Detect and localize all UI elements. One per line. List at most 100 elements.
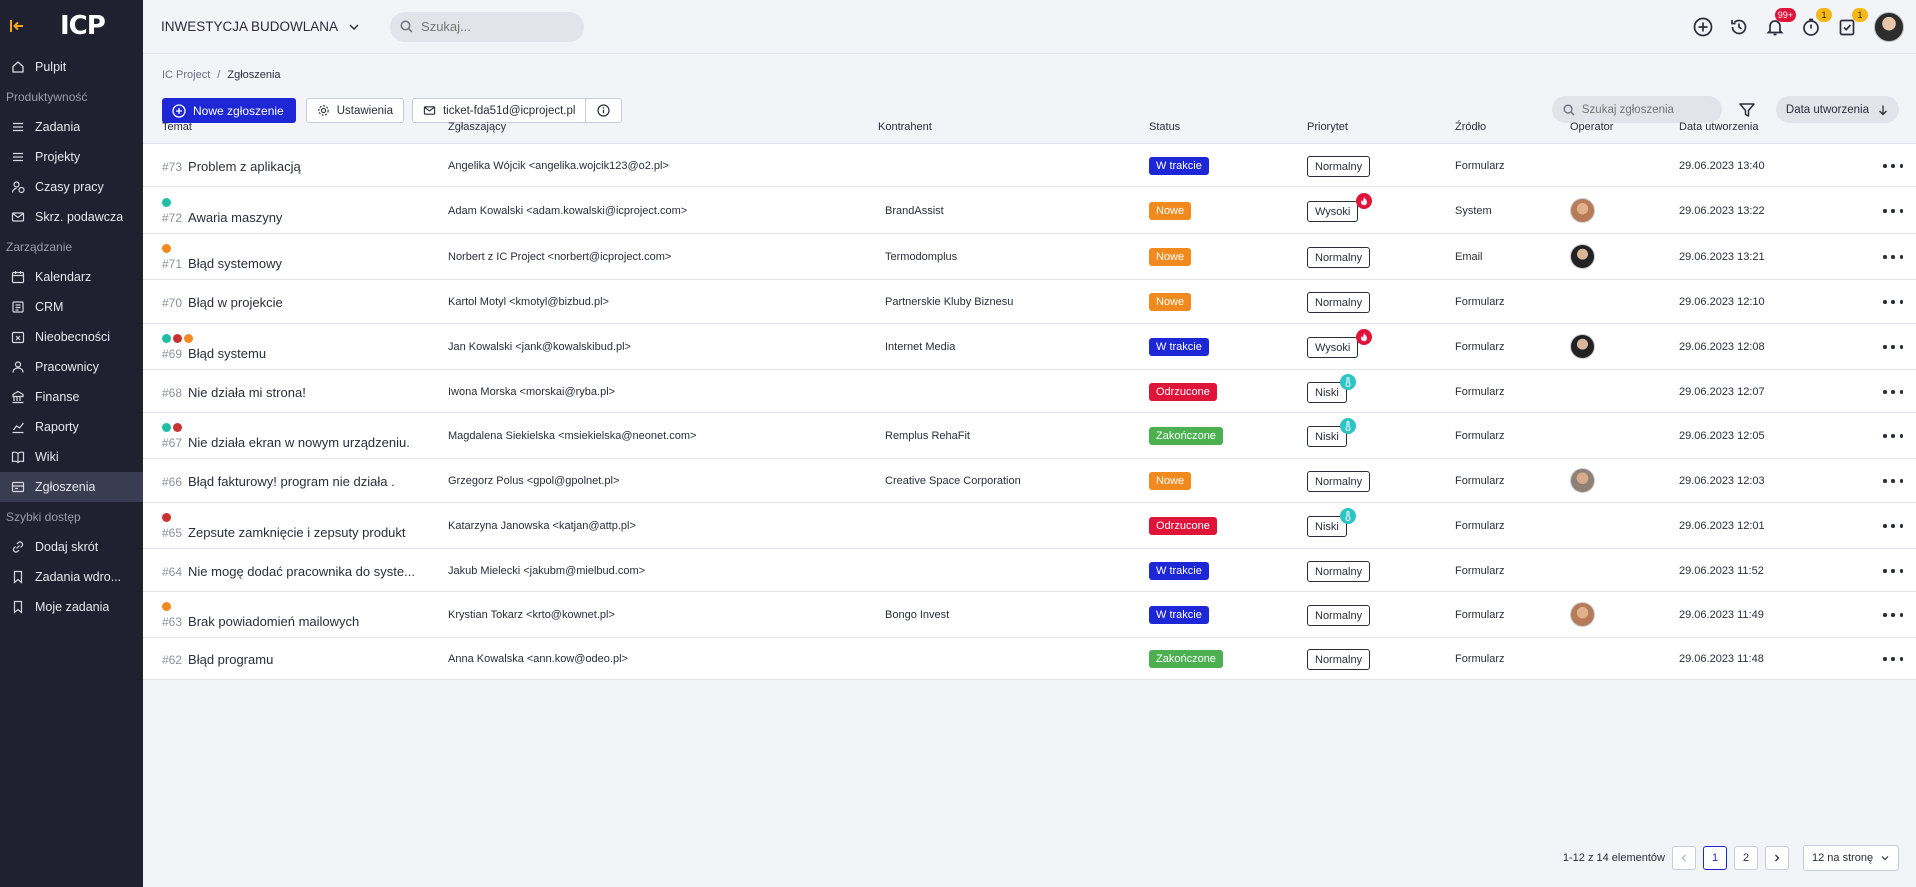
table-row[interactable]: #72 Awaria maszyny Adam Kowalski <adam.kow…	[143, 187, 1916, 234]
status-badge[interactable]: Nowe	[1149, 472, 1192, 490]
breadcrumb-root[interactable]: IC Project	[162, 69, 210, 81]
page-1-button[interactable]: 1	[1703, 846, 1727, 870]
priority-badge[interactable]: Normalny	[1307, 605, 1371, 626]
ticket-contractor[interactable]: Remplus RehaFit	[885, 430, 970, 442]
ticket-subject[interactable]: #66 Błąd fakturowy! program nie działa .	[162, 474, 395, 489]
sidebar-item-crm[interactable]: CRM	[0, 292, 143, 322]
next-page-button[interactable]	[1765, 846, 1789, 870]
prev-page-button[interactable]	[1672, 846, 1696, 870]
more-actions-icon[interactable]	[1883, 564, 1903, 578]
status-badge[interactable]: W trakcie	[1149, 606, 1209, 624]
table-row[interactable]: #70 Błąd w projekcie Kartol Motyl <kmotyl@…	[143, 280, 1916, 324]
more-actions-icon[interactable]	[1883, 340, 1903, 354]
priority-badge[interactable]: Normalny	[1307, 561, 1371, 582]
sidebar-item-skrz-podawcza[interactable]: Skrz. podawcza	[0, 202, 143, 232]
table-row[interactable]: #62 Błąd programu Anna Kowalska <ann.kow@o…	[143, 638, 1916, 680]
more-actions-icon[interactable]	[1883, 519, 1903, 533]
ticket-subject[interactable]: #63 Brak powiadomień mailowych	[162, 614, 359, 629]
sidebar-item-dodaj-skrót[interactable]: Dodaj skrót	[0, 532, 143, 562]
more-actions-icon[interactable]	[1883, 250, 1903, 264]
sidebar-item-czasy-pracy[interactable]: Czasy pracy	[0, 172, 143, 202]
operator-avatar[interactable]	[1570, 198, 1595, 223]
sidebar-item-kalendarz[interactable]: Kalendarz	[0, 262, 143, 292]
ticket-contractor[interactable]: Internet Media	[885, 341, 955, 353]
collapse-sidebar-icon[interactable]	[8, 17, 26, 35]
table-row[interactable]: #67 Nie działa ekran w nowym urządzeniu. M…	[143, 413, 1916, 459]
ticket-subject[interactable]: #69 Błąd systemu	[162, 346, 266, 361]
sidebar-item-pulpit[interactable]: Pulpit	[0, 52, 143, 82]
status-badge[interactable]: Nowe	[1149, 293, 1192, 311]
sidebar-item-wiki[interactable]: Wiki	[0, 442, 143, 472]
tasks-check-icon[interactable]: 1	[1836, 8, 1868, 38]
sidebar-item-nieobecności[interactable]: Nieobecności	[0, 322, 143, 352]
page-size-select[interactable]: 12 na stronę	[1803, 845, 1899, 871]
more-actions-icon[interactable]	[1883, 385, 1903, 399]
history-icon[interactable]	[1728, 16, 1750, 38]
table-row[interactable]: #71 Błąd systemowy Norbert z IC Project <n…	[143, 234, 1916, 280]
column-reporter[interactable]: Zgłaszający	[448, 121, 506, 133]
status-badge[interactable]: Nowe	[1149, 202, 1192, 220]
sidebar-item-pracownicy[interactable]: Pracownicy	[0, 352, 143, 382]
ticket-subject[interactable]: #73 Problem z aplikacją	[162, 159, 301, 174]
status-badge[interactable]: Zakończone	[1149, 427, 1223, 445]
bell-icon[interactable]: 99+	[1764, 8, 1796, 38]
ticket-contractor[interactable]: Creative Space Corporation	[885, 475, 1021, 487]
status-badge[interactable]: Odrzucone	[1149, 383, 1217, 401]
priority-badge[interactable]: Normalny	[1307, 471, 1371, 492]
priority-badge[interactable]: Wysoki	[1307, 337, 1359, 358]
sidebar-item-zadania[interactable]: Zadania	[0, 112, 143, 142]
status-badge[interactable]: Nowe	[1149, 248, 1192, 266]
priority-badge[interactable]: Normalny	[1307, 156, 1371, 177]
column-subject[interactable]: Temat	[162, 121, 192, 133]
more-actions-icon[interactable]	[1883, 474, 1903, 488]
operator-avatar[interactable]	[1570, 468, 1595, 493]
user-avatar[interactable]	[1874, 12, 1904, 42]
sidebar-item-finanse[interactable]: Finanse	[0, 382, 143, 412]
table-row[interactable]: #66 Błąd fakturowy! program nie działa . G…	[143, 459, 1916, 503]
more-actions-icon[interactable]	[1883, 295, 1903, 309]
column-priority[interactable]: Priorytet	[1307, 121, 1348, 133]
ticket-subject[interactable]: #67 Nie działa ekran w nowym urządzeniu.	[162, 435, 410, 450]
global-search[interactable]	[390, 11, 585, 42]
more-actions-icon[interactable]	[1883, 429, 1903, 443]
table-row[interactable]: #73 Problem z aplikacją Angelika Wójcik <a…	[143, 144, 1916, 187]
ticket-subject[interactable]: #71 Błąd systemowy	[162, 256, 282, 271]
app-logo[interactable]: ICP	[60, 11, 106, 41]
priority-badge[interactable]: Normalny	[1307, 649, 1371, 670]
ticket-subject[interactable]: #64 Nie mogę dodać pracownika do syste...	[162, 564, 415, 579]
ticket-contractor[interactable]: Termodomplus	[885, 251, 957, 263]
more-actions-icon[interactable]	[1883, 204, 1903, 218]
ticket-subject[interactable]: #62 Błąd programu	[162, 652, 273, 667]
status-badge[interactable]: W trakcie	[1149, 338, 1209, 356]
sidebar-item-raporty[interactable]: Raporty	[0, 412, 143, 442]
ticket-contractor[interactable]: BrandAssist	[885, 205, 944, 217]
project-selector[interactable]: INWESTYCJA BUDOWLANA	[161, 19, 360, 34]
global-search-input[interactable]	[421, 19, 572, 34]
page-2-button[interactable]: 2	[1734, 846, 1758, 870]
ticket-subject[interactable]: #68 Nie działa mi strona!	[162, 385, 306, 400]
more-actions-icon[interactable]	[1883, 159, 1903, 173]
more-actions-icon[interactable]	[1883, 652, 1903, 666]
ticket-subject[interactable]: #65 Zepsute zamknięcie i zepsuty produkt	[162, 525, 406, 540]
priority-badge[interactable]: Wysoki	[1307, 201, 1359, 222]
table-row[interactable]: #68 Nie działa mi strona! Iwona Morska <mo…	[143, 370, 1916, 413]
column-operator[interactable]: Operator	[1570, 121, 1613, 133]
alert-clock-icon[interactable]: 1	[1800, 8, 1832, 38]
operator-avatar[interactable]	[1570, 602, 1595, 627]
add-icon[interactable]	[1692, 16, 1714, 38]
ticket-contractor[interactable]: Partnerskie Kluby Biznesu	[885, 296, 1013, 308]
table-row[interactable]: #64 Nie mogę dodać pracownika do syste...…	[143, 549, 1916, 592]
status-badge[interactable]: W trakcie	[1149, 562, 1209, 580]
column-status[interactable]: Status	[1149, 121, 1180, 133]
operator-avatar[interactable]	[1570, 334, 1595, 359]
sidebar-item-zgłoszenia[interactable]: Zgłoszenia	[0, 472, 143, 502]
ticket-subject[interactable]: #72 Awaria maszyny	[162, 210, 282, 225]
priority-badge[interactable]: Normalny	[1307, 247, 1371, 268]
priority-badge[interactable]: Normalny	[1307, 292, 1371, 313]
status-badge[interactable]: Odrzucone	[1149, 517, 1217, 535]
table-row[interactable]: #63 Brak powiadomień mailowych Krystian To…	[143, 592, 1916, 638]
more-actions-icon[interactable]	[1883, 608, 1903, 622]
sidebar-item-moje-zadania[interactable]: Moje zadania	[0, 592, 143, 622]
ticket-contractor[interactable]: Bongo Invest	[885, 609, 949, 621]
table-row[interactable]: #69 Błąd systemu Jan Kowalski <jank@kowals…	[143, 324, 1916, 370]
